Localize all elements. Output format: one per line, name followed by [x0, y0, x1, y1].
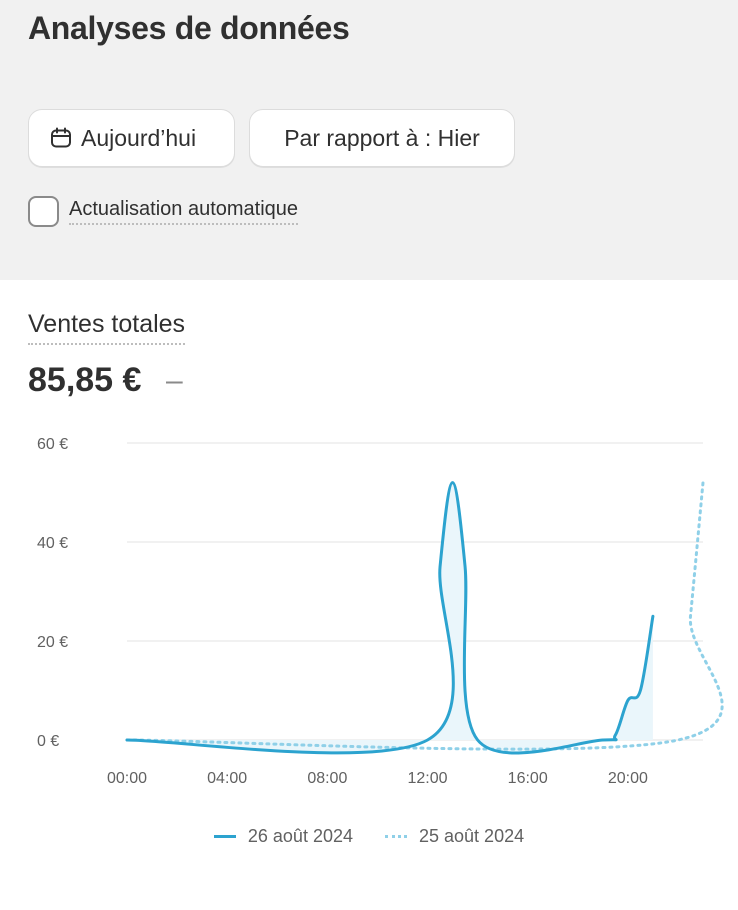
legend-swatch-solid: [213, 835, 236, 838]
date-range-button[interactable]: Aujourd’hui: [28, 109, 235, 167]
y-tick-label: 0 €: [37, 733, 59, 750]
chart-legend: 26 août 2024 25 août 2024: [0, 826, 738, 847]
calendar-icon: [51, 127, 71, 148]
page-title: Analyses de données: [28, 10, 350, 46]
sales-chart: 0 € 20 € 40 € 60 € 00:00 04:00 08:00 12:00 16:00…: [37, 436, 724, 787]
y-tick-label: 60 €: [37, 436, 68, 453]
legend-item-current[interactable]: 26 août 2024: [213, 826, 353, 847]
legend-label-current: 26 août 2024: [247, 826, 353, 846]
x-tick-label: 20:00: [608, 770, 648, 787]
series-line-26-aout: [125, 481, 655, 755]
x-tick-label: 08:00: [307, 770, 347, 787]
legend-label-comparison: 25 août 2024: [419, 826, 525, 846]
legend-swatch-dotted: [385, 835, 407, 838]
x-tick-label: 04:00: [207, 770, 247, 787]
x-tick-label: 12:00: [407, 770, 447, 787]
compare-button[interactable]: Par rapport à : Hier: [249, 109, 515, 167]
y-tick-label: 20 €: [37, 634, 68, 651]
date-range-label: Aujourd’hui: [81, 124, 197, 151]
compare-label: Par rapport à : Hier: [284, 124, 480, 151]
series-area-26-aout: [127, 482, 653, 754]
metric-value: 85,85 €: [28, 361, 142, 399]
auto-refresh[interactable]: Actualisation automatique: [28, 196, 299, 227]
legend-item-comparison[interactable]: 25 août 2024: [385, 826, 524, 847]
header-panel: Analyses de données Aujourd’hui Par rapp…: [0, 0, 738, 280]
auto-refresh-checkbox[interactable]: [28, 196, 59, 227]
x-tick-label: 00:00: [107, 770, 147, 787]
metric-change: –: [166, 364, 183, 397]
y-tick-label: 40 €: [37, 535, 68, 552]
x-tick-label: 16:00: [508, 770, 548, 787]
metric-title[interactable]: Ventes totales: [28, 310, 186, 345]
auto-refresh-label: Actualisation automatique: [69, 198, 299, 225]
